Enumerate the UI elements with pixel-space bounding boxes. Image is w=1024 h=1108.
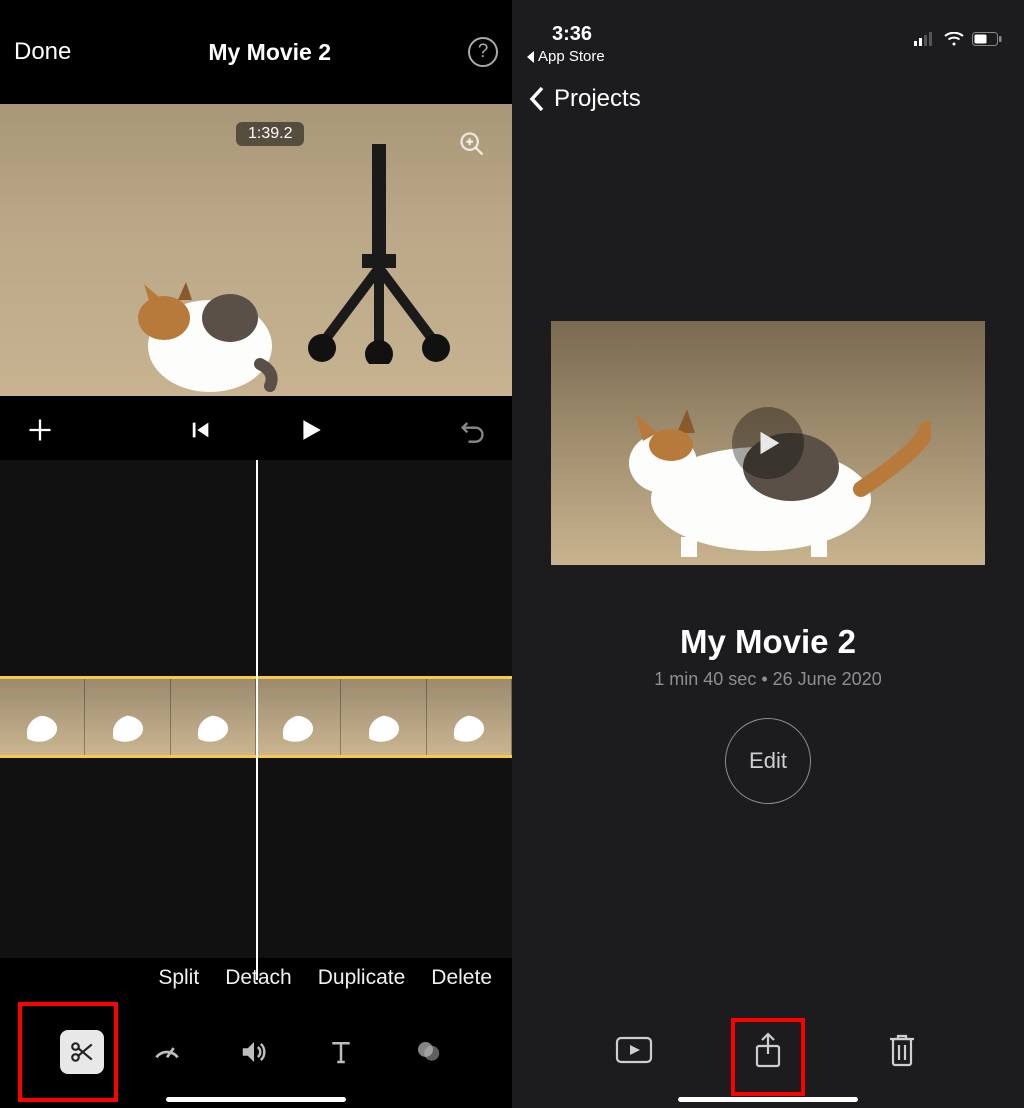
clip-thumbnail xyxy=(427,679,512,755)
wifi-icon xyxy=(944,32,964,46)
status-icons xyxy=(914,32,1002,46)
clip-thumbnail xyxy=(256,679,341,755)
annotation-highlight xyxy=(18,1002,118,1102)
status-time: 3:36 xyxy=(552,23,592,46)
video-preview[interactable]: 1:39.2 xyxy=(0,104,512,396)
cat-illustration xyxy=(120,254,280,394)
clip-thumbnail xyxy=(171,679,256,755)
edit-header: Done My Movie 2 ? xyxy=(0,0,512,104)
imovie-projects-screen: 3:36 App Store Projects xyxy=(512,0,1024,1108)
clip-thumbnail xyxy=(0,679,85,755)
status-bar: 3:36 xyxy=(512,0,1024,48)
timeline[interactable] xyxy=(0,460,512,980)
playhead-line[interactable] xyxy=(256,460,258,980)
speed-tool-icon[interactable] xyxy=(143,1028,191,1076)
undo-icon[interactable] xyxy=(452,410,492,450)
edit-button[interactable]: Edit xyxy=(725,718,811,804)
text-tool-icon[interactable] xyxy=(317,1028,365,1076)
chevron-left-icon xyxy=(528,85,546,113)
projects-nav[interactable]: Projects xyxy=(512,69,1024,121)
play-icon[interactable] xyxy=(291,410,331,450)
play-overlay-icon[interactable] xyxy=(732,407,804,479)
play-button-icon[interactable] xyxy=(610,1026,658,1074)
trash-icon[interactable] xyxy=(878,1026,926,1074)
project-meta: 1 min 40 sec • 26 June 2020 xyxy=(654,669,881,690)
back-caret-icon xyxy=(526,51,536,63)
help-icon[interactable]: ? xyxy=(468,37,498,67)
split-button[interactable]: Split xyxy=(158,966,199,990)
home-indicator[interactable] xyxy=(166,1097,346,1102)
skip-start-icon[interactable] xyxy=(181,410,221,450)
home-indicator[interactable] xyxy=(678,1097,858,1102)
imovie-edit-screen: Done My Movie 2 ? 1:39.2 xyxy=(0,0,512,1108)
playhead-marker-icon xyxy=(244,396,268,412)
project-thumbnail[interactable] xyxy=(551,321,985,565)
delete-button[interactable]: Delete xyxy=(431,966,492,990)
timecode-pill: 1:39.2 xyxy=(236,122,304,146)
clip-thumbnail xyxy=(85,679,170,755)
filters-tool-icon[interactable] xyxy=(404,1028,452,1076)
annotation-highlight xyxy=(731,1018,805,1096)
signal-icon xyxy=(914,32,936,46)
detach-button[interactable]: Detach xyxy=(225,966,292,990)
duplicate-button[interactable]: Duplicate xyxy=(318,966,406,990)
project-title: My Movie 2 xyxy=(208,39,331,66)
battery-icon xyxy=(972,32,1002,46)
add-media-icon[interactable] xyxy=(20,410,60,450)
clip-thumbnail xyxy=(341,679,426,755)
project-detail: My Movie 2 1 min 40 sec • 26 June 2020 E… xyxy=(512,121,1024,804)
projects-nav-label: Projects xyxy=(554,85,641,113)
project-title: My Movie 2 xyxy=(680,623,856,661)
back-to-app[interactable]: App Store xyxy=(512,48,1024,69)
back-app-label: App Store xyxy=(538,48,605,65)
volume-tool-icon[interactable] xyxy=(230,1028,278,1076)
done-button[interactable]: Done xyxy=(14,38,71,66)
chair-illustration xyxy=(292,144,472,364)
